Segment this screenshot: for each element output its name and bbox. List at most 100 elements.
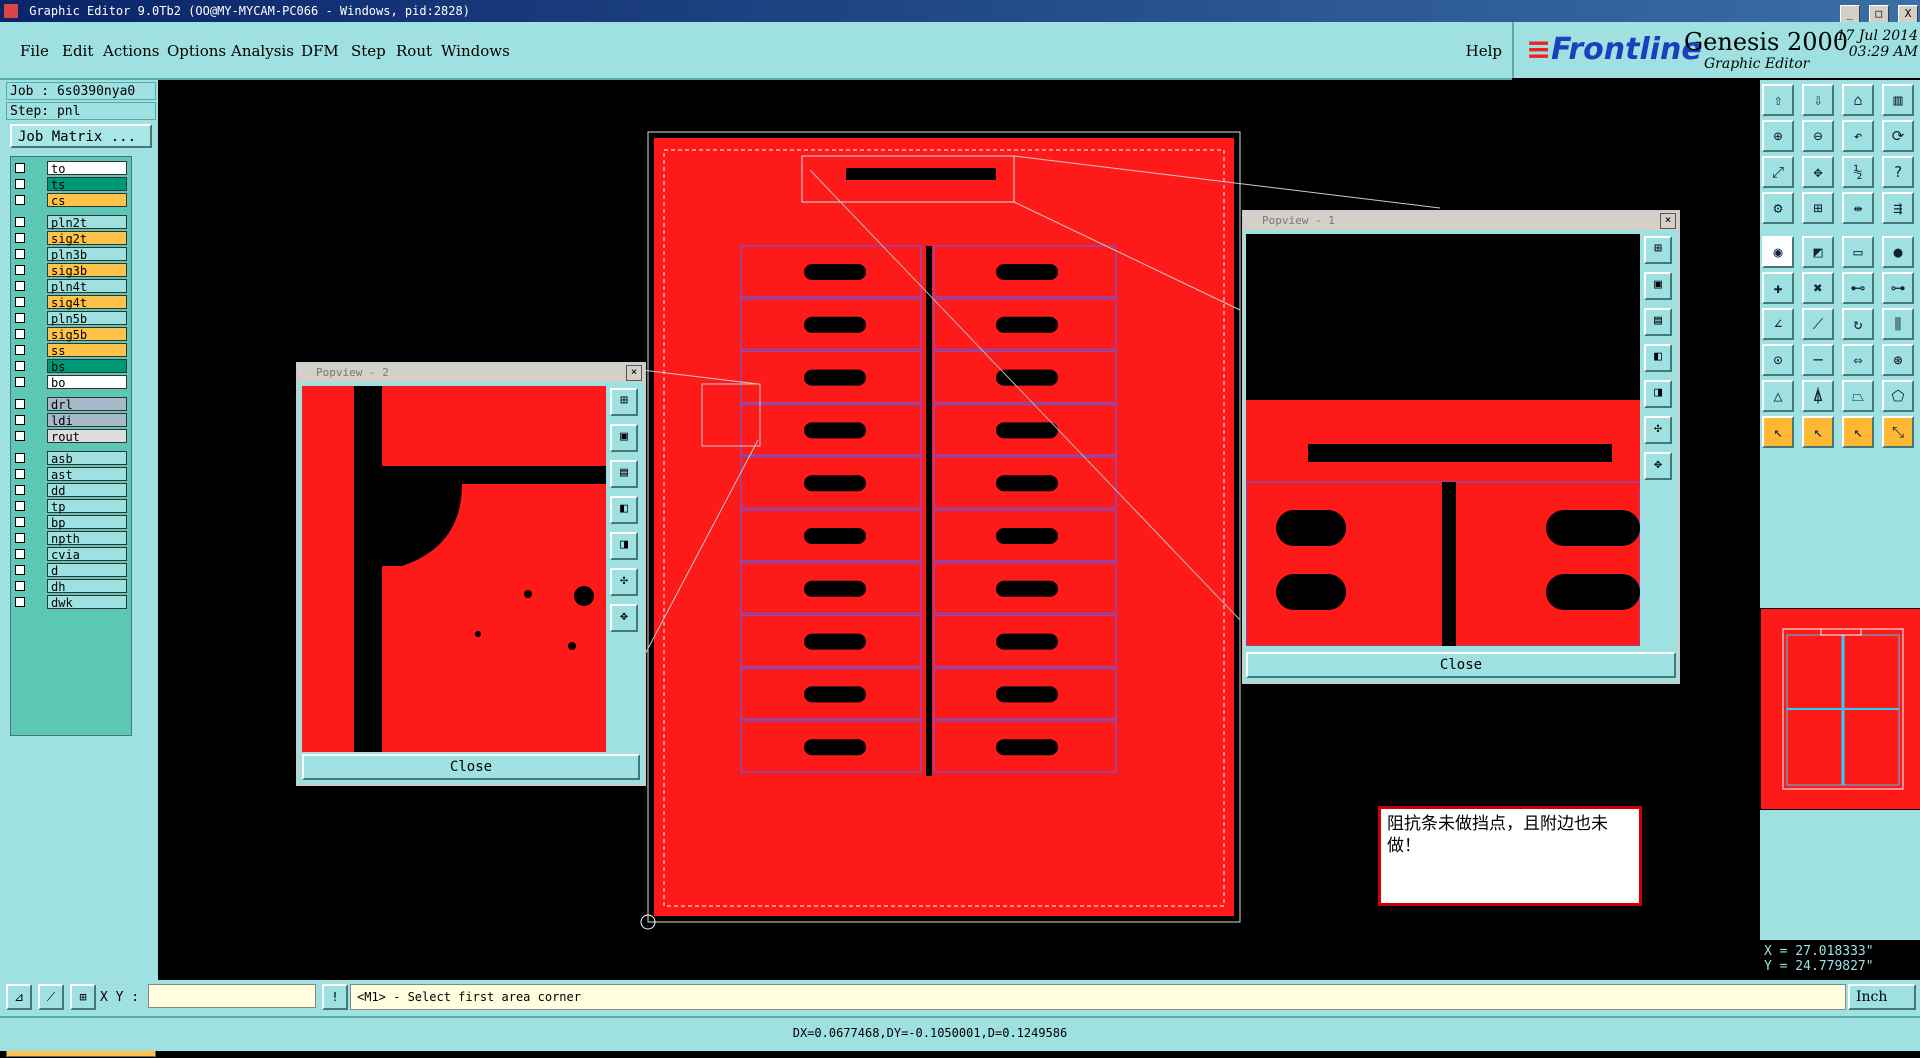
layer-checkbox[interactable] bbox=[15, 469, 25, 479]
layer-checkbox[interactable] bbox=[15, 501, 25, 511]
layer-row[interactable]: asb bbox=[13, 451, 129, 466]
layer-row[interactable]: sig5b bbox=[13, 327, 129, 342]
menu-windows[interactable]: Windows bbox=[441, 42, 510, 60]
layer-checkbox[interactable] bbox=[15, 565, 25, 575]
layer-name[interactable]: to bbox=[47, 161, 127, 176]
pv2-prev-icon[interactable]: ◧ bbox=[610, 496, 638, 524]
layer-name[interactable]: cs bbox=[47, 193, 127, 208]
layer-name[interactable]: dd bbox=[47, 483, 127, 498]
pv1-zoom-out-icon[interactable]: ▤ bbox=[1644, 308, 1672, 336]
layer-row[interactable]: to bbox=[13, 161, 129, 176]
pv1-next-icon[interactable]: ◨ bbox=[1644, 380, 1672, 408]
pv2-zoom-in-icon[interactable]: ▣ bbox=[610, 424, 638, 452]
layer-checkbox[interactable] bbox=[15, 281, 25, 291]
open-step-icon[interactable]: ⇧ bbox=[1762, 84, 1794, 116]
layer-checkbox[interactable] bbox=[15, 297, 25, 307]
measure-icon[interactable]: ⇹ bbox=[1842, 192, 1874, 224]
layer-row[interactable]: pln5b bbox=[13, 311, 129, 326]
layer-checkbox[interactable] bbox=[15, 399, 25, 409]
layer-checkbox[interactable] bbox=[15, 453, 25, 463]
layer-checkbox[interactable] bbox=[15, 163, 25, 173]
layer-name[interactable]: sig4t bbox=[47, 295, 127, 310]
popview-2-close-icon[interactable]: × bbox=[626, 365, 642, 381]
layer-row[interactable]: dwk bbox=[13, 595, 129, 610]
layer-name[interactable]: pln5b bbox=[47, 311, 127, 326]
layer-name[interactable]: ldi bbox=[47, 413, 127, 428]
layer-row[interactable]: d bbox=[13, 563, 129, 578]
snap-icon[interactable]: ⚙ bbox=[1762, 192, 1794, 224]
xy-input[interactable] bbox=[148, 984, 316, 1008]
layer-row[interactable]: bp bbox=[13, 515, 129, 530]
maximize-button[interactable]: □ bbox=[1868, 5, 1889, 23]
minimize-button[interactable]: _ bbox=[1839, 5, 1860, 23]
layer-name[interactable]: pln4t bbox=[47, 279, 127, 294]
layer-row[interactable]: sig2t bbox=[13, 231, 129, 246]
alert-icon[interactable]: ! bbox=[322, 984, 348, 1010]
zoom-out-icon[interactable]: ⊖ bbox=[1802, 120, 1834, 152]
question-icon[interactable]: ? bbox=[1882, 156, 1914, 188]
grid-mode-icon[interactable]: ⊞ bbox=[70, 984, 96, 1010]
layer-checkbox[interactable] bbox=[15, 415, 25, 425]
layer-checkbox[interactable] bbox=[15, 249, 25, 259]
pointer-icon[interactable]: ↖ bbox=[1762, 416, 1794, 448]
popview-1-close-button[interactable]: Close bbox=[1246, 652, 1676, 678]
layer-row[interactable]: dd bbox=[13, 483, 129, 498]
layer-checkbox[interactable] bbox=[15, 581, 25, 591]
layer-checkbox[interactable] bbox=[15, 217, 25, 227]
select-arrow-icon[interactable]: ↖ bbox=[1802, 416, 1834, 448]
fit-icon[interactable]: ⤢ bbox=[1762, 156, 1794, 188]
connect-icon[interactable]: ⊶ bbox=[1882, 272, 1914, 304]
layer-checkbox[interactable] bbox=[15, 597, 25, 607]
layer-row[interactable]: ldi bbox=[13, 413, 129, 428]
layer-row[interactable]: cvia bbox=[13, 547, 129, 562]
layer-checkbox[interactable] bbox=[15, 233, 25, 243]
pv1-zoom-in-icon[interactable]: ▣ bbox=[1644, 272, 1672, 300]
layer-checkbox[interactable] bbox=[15, 345, 25, 355]
pv2-fit-icon[interactable]: ⊞ bbox=[610, 388, 638, 416]
line-icon[interactable]: ● bbox=[1882, 236, 1914, 268]
layer-checkbox[interactable] bbox=[15, 329, 25, 339]
layer-checkbox[interactable] bbox=[15, 195, 25, 205]
draw-icon[interactable]: ∠ bbox=[1762, 308, 1794, 340]
layer-checkbox[interactable] bbox=[15, 549, 25, 559]
layer-checkbox[interactable] bbox=[15, 517, 25, 527]
panel-minimap[interactable] bbox=[1760, 608, 1920, 810]
layer-row[interactable]: drl bbox=[13, 397, 129, 412]
scale-icon[interactable]: ½ bbox=[1842, 156, 1874, 188]
layer-name[interactable]: drl bbox=[47, 397, 127, 412]
arc-icon[interactable]: ✚ bbox=[1762, 272, 1794, 304]
layer-checkbox[interactable] bbox=[15, 485, 25, 495]
layer-name[interactable]: pln3b bbox=[47, 247, 127, 262]
menu-rout[interactable]: Rout bbox=[396, 42, 432, 60]
triangle-icon[interactable]: △ bbox=[1762, 380, 1794, 412]
pv2-pan-icon[interactable]: ✥ bbox=[610, 604, 638, 632]
layer-name[interactable]: bo bbox=[47, 375, 127, 390]
menu-step[interactable]: Step bbox=[351, 42, 386, 60]
layer-name[interactable]: pln2t bbox=[47, 215, 127, 230]
layer-name[interactable]: bp bbox=[47, 515, 127, 530]
pv2-next-icon[interactable]: ◨ bbox=[610, 532, 638, 560]
layer-row[interactable]: pln2t bbox=[13, 215, 129, 230]
menu-actions[interactable]: Actions bbox=[103, 42, 159, 60]
layer-checkbox[interactable] bbox=[15, 431, 25, 441]
unit-selector[interactable]: Inch bbox=[1848, 984, 1916, 1010]
grid-icon[interactable]: ⊞ bbox=[1802, 192, 1834, 224]
graphic-canvas[interactable]: Popview - 2 × ⊞ ▣ ▤ ◧ ◨ ✣ ✥ Close Popvie… bbox=[158, 80, 1760, 980]
pad-icon[interactable]: ▭ bbox=[1842, 236, 1874, 268]
measure-mode-icon[interactable]: ⟋ bbox=[38, 984, 64, 1010]
stretch-icon[interactable]: ⇔ bbox=[1842, 344, 1874, 376]
layer-name[interactable]: dh bbox=[47, 579, 127, 594]
close-window-button[interactable]: X bbox=[1898, 5, 1918, 23]
layer-name[interactable]: sig3b bbox=[47, 263, 127, 278]
resize-icon[interactable]: ⤡ bbox=[1882, 416, 1914, 448]
pv2-zoom-out-icon[interactable]: ▤ bbox=[610, 460, 638, 488]
layer-name[interactable]: bs bbox=[47, 359, 127, 374]
save-icon[interactable]: ⇩ bbox=[1802, 84, 1834, 116]
popview-1-close-icon[interactable]: × bbox=[1660, 213, 1676, 229]
redraw-icon[interactable]: ⟳ bbox=[1882, 120, 1914, 152]
cone-icon[interactable]: ⍋ bbox=[1802, 380, 1834, 412]
layer-row[interactable]: pln3b bbox=[13, 247, 129, 262]
pv1-expand-icon[interactable]: ✣ bbox=[1644, 416, 1672, 444]
menu-options[interactable]: Options bbox=[167, 42, 226, 60]
edit-line-icon[interactable]: ─ bbox=[1802, 344, 1834, 376]
